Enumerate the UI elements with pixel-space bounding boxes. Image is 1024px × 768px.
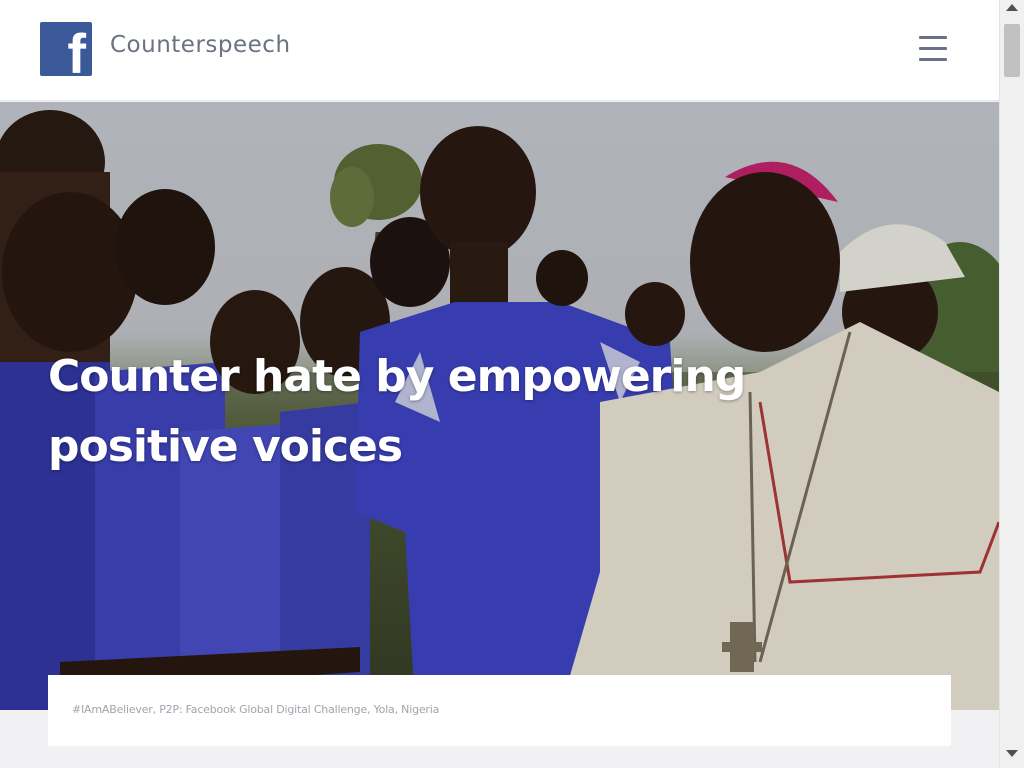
- hero-banner: Counter hate by empowering positive voic…: [0, 102, 999, 710]
- vertical-scrollbar[interactable]: [999, 0, 1024, 768]
- hero-title: Counter hate by empowering positive voic…: [48, 351, 746, 472]
- logo-glyph: f: [67, 22, 86, 77]
- brand-name[interactable]: Counterspeech: [110, 32, 291, 58]
- menu-line: [919, 36, 947, 39]
- scroll-down-arrow-icon[interactable]: [1006, 750, 1018, 757]
- site-header: f Counterspeech: [0, 0, 999, 101]
- hamburger-menu-icon[interactable]: [916, 34, 952, 66]
- scrollbar-thumb[interactable]: [1004, 24, 1020, 77]
- photo-caption-card: #IAmABeliever, P2P: Facebook Global Digi…: [48, 675, 951, 746]
- facebook-logo-icon[interactable]: f: [40, 22, 92, 76]
- menu-line: [919, 47, 947, 50]
- photo-caption-text: #IAmABeliever, P2P: Facebook Global Digi…: [72, 703, 440, 716]
- menu-line: [919, 58, 947, 61]
- page: f Counterspeech Counter hate by empoweri…: [0, 0, 999, 768]
- scroll-up-arrow-icon[interactable]: [1006, 4, 1018, 11]
